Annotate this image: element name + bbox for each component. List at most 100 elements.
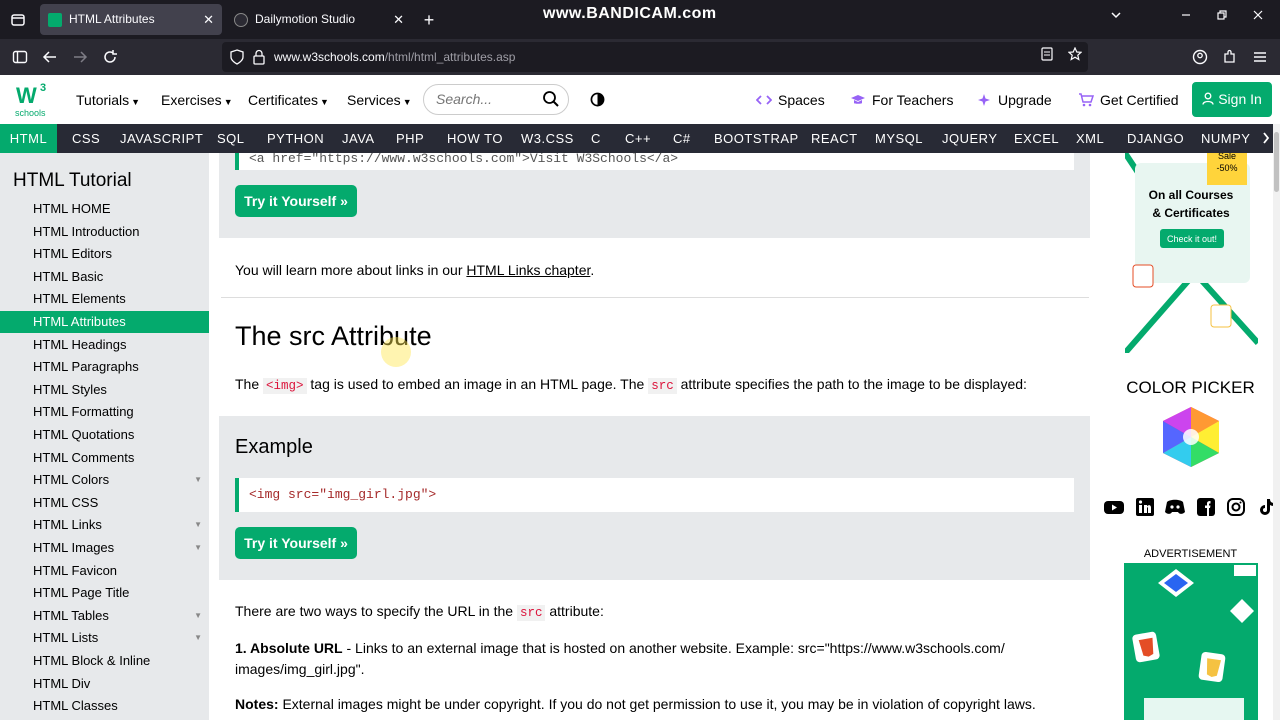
sidebar-item-html-basic[interactable]: HTML Basic (0, 266, 209, 288)
sidebar-item-html-links[interactable]: HTML Links ▼ (0, 514, 209, 536)
tab-close-icon[interactable]: ✕ (203, 4, 214, 35)
extensions-icon[interactable] (1220, 47, 1240, 67)
lock-icon[interactable] (253, 49, 265, 65)
tab-close-icon[interactable]: ✕ (393, 4, 404, 35)
expand-arrow-icon[interactable]: ▼ (194, 605, 202, 627)
page-scrollbar[interactable] (1273, 124, 1280, 720)
minimize-icon[interactable] (1180, 9, 1192, 24)
instagram-icon[interactable] (1225, 496, 1247, 518)
sidebar-item-html-quotations[interactable]: HTML Quotations (0, 424, 209, 446)
expand-arrow-icon[interactable]: ▼ (194, 514, 202, 536)
expand-arrow-icon[interactable]: ▼ (194, 469, 202, 491)
tracking-shield-icon[interactable] (230, 49, 244, 65)
topic-sql[interactable]: SQL (217, 124, 245, 153)
spaces-link[interactable]: Spaces (756, 92, 825, 108)
sidebar-item-html-styles[interactable]: HTML Styles (0, 379, 209, 401)
topic-bootstrap[interactable]: BOOTSTRAP (714, 124, 799, 153)
topic-cpp[interactable]: C++ (625, 124, 651, 153)
menu-tutorials[interactable]: Tutorials ▼ (76, 92, 140, 108)
sidebar-toggle-icon[interactable] (10, 47, 30, 67)
discord-icon[interactable] (1164, 496, 1186, 518)
topic-python[interactable]: PYTHON (267, 124, 324, 153)
get-certified-link[interactable]: Get Certified (1078, 92, 1179, 108)
dark-mode-toggle-icon[interactable] (590, 92, 605, 107)
sidebar-item-html-colors[interactable]: HTML Colors ▼ (0, 469, 209, 491)
topic-scroll-right-icon[interactable] (1262, 124, 1270, 153)
upgrade-link[interactable]: Upgrade (976, 92, 1052, 108)
new-tab-button[interactable]: + (417, 8, 441, 32)
youtube-icon[interactable] (1103, 496, 1125, 518)
topic-django[interactable]: DJANGO (1127, 124, 1184, 153)
topic-mysql[interactable]: MYSQL (875, 124, 923, 153)
expand-arrow-icon[interactable]: ▼ (194, 627, 202, 649)
sidebar-item-html-classes[interactable]: HTML Classes (0, 695, 209, 717)
color-picker-title[interactable]: COLOR PICKER (1101, 378, 1280, 398)
search-box[interactable] (423, 84, 569, 115)
forward-icon[interactable] (70, 47, 90, 67)
sidebar-item-html-paragraphs[interactable]: HTML Paragraphs (0, 356, 209, 378)
sidebar-item-html-introduction[interactable]: HTML Introduction (0, 221, 209, 243)
sidebar-item-html-css[interactable]: HTML CSS (0, 492, 209, 514)
w3schools-logo[interactable]: W 3 schools (14, 79, 50, 121)
linkedin-icon[interactable] (1134, 496, 1156, 518)
close-window-icon[interactable] (1252, 9, 1264, 24)
sidebar-item-html-favicon[interactable]: HTML Favicon (0, 560, 209, 582)
topic-css[interactable]: CSS (72, 124, 100, 153)
search-icon[interactable] (542, 90, 560, 108)
sidebar-item-html-formatting[interactable]: HTML Formatting (0, 401, 209, 423)
html-links-chapter-link[interactable]: HTML Links chapter (466, 262, 590, 278)
reader-view-icon[interactable] (1040, 47, 1054, 61)
tab-dailymotion-studio[interactable]: Dailymotion Studio ✕ (226, 4, 412, 35)
facebook-icon[interactable] (1195, 496, 1217, 518)
topic-php[interactable]: PHP (396, 124, 424, 153)
topic-numpy[interactable]: NUMPY (1201, 124, 1250, 153)
advertisement-banner[interactable] (1124, 563, 1258, 720)
restore-icon[interactable] (1216, 9, 1228, 24)
search-input[interactable] (436, 91, 536, 107)
try-it-yourself-button[interactable]: Try it Yourself » (235, 185, 357, 217)
sidebar-item-html-elements[interactable]: HTML Elements (0, 288, 209, 310)
sidebar-item-html-block-and-inline[interactable]: HTML Block & Inline (0, 650, 209, 672)
topic-csharp[interactable]: C# (673, 124, 691, 153)
sidebar-item-html-attributes[interactable]: HTML Attributes (0, 311, 209, 333)
sidebar-item-html-home[interactable]: HTML HOME (0, 198, 209, 220)
sidebar-item-html-div[interactable]: HTML Div (0, 673, 209, 695)
sidebar-item-html-headings[interactable]: HTML Headings (0, 334, 209, 356)
courses-sale-ad[interactable]: Sale -50% On all Courses & Certificates … (1125, 153, 1258, 353)
menu-exercises[interactable]: Exercises ▼ (161, 92, 233, 108)
topic-react[interactable]: REACT (811, 124, 858, 153)
caret-down-icon: ▼ (223, 97, 233, 107)
scrollbar-thumb[interactable] (1274, 132, 1279, 192)
try-it-yourself-button[interactable]: Try it Yourself » (235, 527, 357, 559)
reload-icon[interactable] (100, 47, 120, 67)
topic-javascript[interactable]: JAVASCRIPT (120, 124, 203, 153)
tab-html-attributes[interactable]: HTML Attributes ✕ (40, 4, 222, 35)
app-menu-icon[interactable] (1250, 47, 1270, 67)
sidebar-item-html-page-title[interactable]: HTML Page Title (0, 582, 209, 604)
topic-java[interactable]: JAVA (342, 124, 375, 153)
sidebar-item-html-tables[interactable]: HTML Tables ▼ (0, 605, 209, 627)
topic-xml[interactable]: XML (1076, 124, 1104, 153)
expand-arrow-icon[interactable]: ▼ (194, 537, 202, 559)
sidebar-item-html-editors[interactable]: HTML Editors (0, 243, 209, 265)
topic-c[interactable]: C (591, 124, 601, 153)
sidebar-item-html-comments[interactable]: HTML Comments (0, 447, 209, 469)
menu-services[interactable]: Services ▼ (347, 92, 412, 108)
for-teachers-link[interactable]: For Teachers (850, 92, 953, 108)
sidebar-item-html-images[interactable]: HTML Images ▼ (0, 537, 209, 559)
account-icon[interactable] (1190, 47, 1210, 67)
topic-w3css[interactable]: W3.CSS (521, 124, 574, 153)
sign-in-button[interactable]: Sign In (1192, 82, 1272, 117)
topic-html[interactable]: HTML (0, 124, 57, 153)
menu-certificates[interactable]: Certificates ▼ (248, 92, 329, 108)
tab-overflow-icon[interactable] (1110, 9, 1122, 24)
url-bar[interactable]: www.w3schools.com/html/html_attributes.a… (222, 42, 1088, 72)
color-picker-wheel-icon[interactable] (1157, 405, 1225, 469)
back-icon[interactable] (40, 47, 60, 67)
topic-how-to[interactable]: HOW TO (447, 124, 503, 153)
topic-jquery[interactable]: JQUERY (942, 124, 998, 153)
sidebar-item-html-lists[interactable]: HTML Lists ▼ (0, 627, 209, 649)
tab-list-icon[interactable] (6, 8, 30, 32)
bookmark-star-icon[interactable] (1067, 46, 1083, 61)
topic-excel[interactable]: EXCEL (1014, 124, 1059, 153)
